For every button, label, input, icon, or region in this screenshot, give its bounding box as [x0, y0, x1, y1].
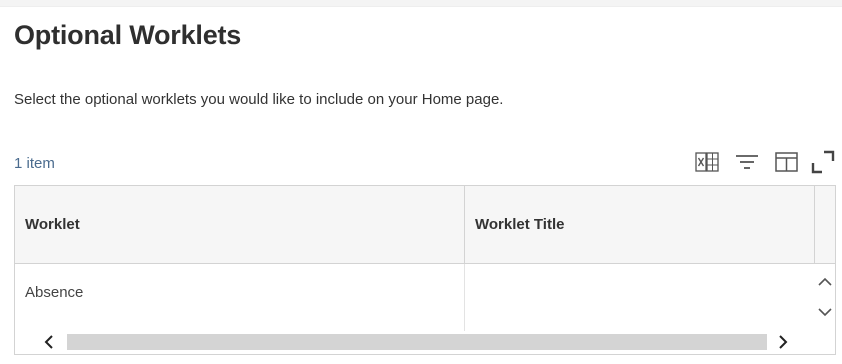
- column-header-spacer: [815, 186, 835, 263]
- cell-worklet[interactable]: Absence: [15, 264, 465, 331]
- filter-icon[interactable]: [732, 147, 762, 177]
- page-title: Optional Worklets: [14, 20, 242, 50]
- optional-worklets-page: Optional Worklets Select the optional wo…: [0, 0, 842, 364]
- grid-toolbar: [692, 147, 838, 177]
- top-divider: [0, 0, 842, 7]
- horizontal-scrollbar[interactable]: [15, 331, 835, 354]
- grid-header-row: Worklet Worklet Title: [15, 186, 835, 264]
- cell-worklet-title[interactable]: [465, 264, 815, 331]
- scroll-down-icon[interactable]: [817, 304, 833, 320]
- scroll-right-icon[interactable]: [775, 334, 791, 350]
- scroll-left-icon[interactable]: [41, 334, 57, 350]
- scroll-up-icon[interactable]: [817, 274, 833, 290]
- fullscreen-icon[interactable]: [808, 147, 838, 177]
- page-description: Select the optional worklets you would l…: [14, 91, 504, 108]
- column-header-worklet-title[interactable]: Worklet Title: [465, 186, 815, 263]
- table-row[interactable]: Absence: [15, 264, 815, 331]
- view-columns-icon[interactable]: [772, 147, 802, 177]
- worklets-grid: Worklet Worklet Title Absence: [14, 185, 836, 355]
- item-count: 1 item: [14, 155, 55, 172]
- column-header-worklet[interactable]: Worklet: [15, 186, 465, 263]
- vertical-scrollbar[interactable]: [815, 264, 835, 331]
- horizontal-scroll-thumb[interactable]: [67, 334, 767, 350]
- export-to-excel-icon[interactable]: [692, 147, 722, 177]
